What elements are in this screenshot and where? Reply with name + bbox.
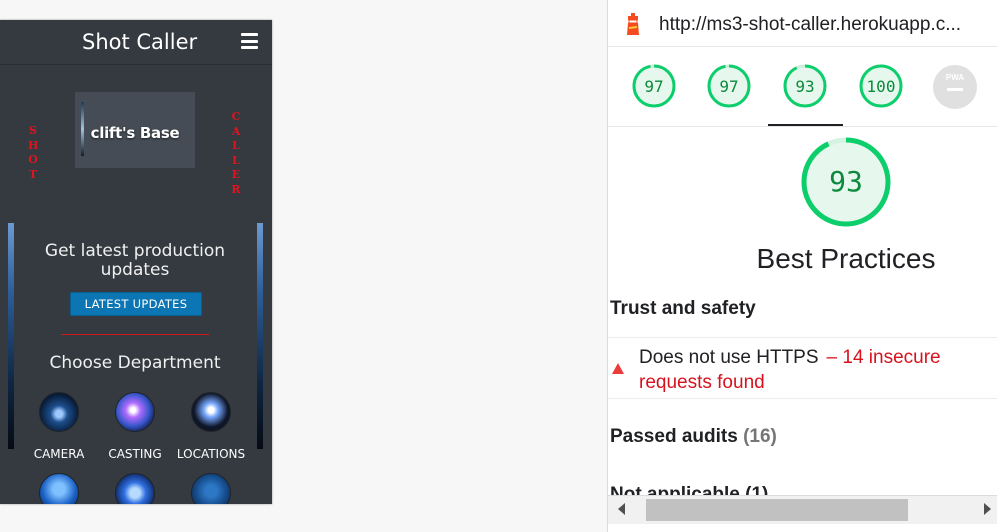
base-card: clift's Base bbox=[75, 92, 195, 168]
audit-text: Does not use HTTPS – 14 insecure requests… bbox=[639, 345, 997, 395]
score-value: 97 bbox=[644, 77, 664, 96]
report-url[interactable]: http://ms3-shot-caller.herokuapp.c... bbox=[659, 14, 961, 36]
decorative-bar-right bbox=[257, 223, 263, 449]
department-label: CASTING bbox=[108, 447, 162, 461]
department-row2-1[interactable] bbox=[19, 473, 99, 504]
camera-department-icon[interactable] bbox=[39, 392, 79, 432]
department-camera[interactable]: CAMERA bbox=[19, 392, 99, 461]
department-locations[interactable]: LOCATIONS bbox=[171, 392, 251, 461]
category-score-gauge: 93 bbox=[800, 136, 892, 228]
department-label: LOCATIONS bbox=[176, 447, 246, 461]
vertical-text-left: SHOT bbox=[28, 124, 39, 181]
passed-audits-heading[interactable]: Passed audits (16) bbox=[610, 426, 777, 448]
trust-safety-heading: Trust and safety bbox=[610, 298, 756, 319]
lighthouse-report: http://ms3-shot-caller.herokuapp.c... 97… bbox=[607, 0, 997, 532]
latest-updates-button[interactable]: LATEST UPDATES bbox=[70, 292, 202, 316]
locations-department-icon[interactable] bbox=[191, 392, 231, 432]
mobile-preview: Shot Caller SHOT CALLER clift's Base Get… bbox=[0, 20, 272, 504]
audit-row-https[interactable]: Does not use HTTPS – 14 insecure requests… bbox=[608, 337, 997, 399]
divider bbox=[608, 126, 997, 127]
audit-title: Does not use HTTPS bbox=[639, 347, 819, 368]
department-casting[interactable]: CASTING bbox=[95, 392, 175, 461]
pwa-badge-icon[interactable]: PWA bbox=[933, 65, 977, 109]
scroll-left-arrow-icon[interactable] bbox=[618, 503, 625, 515]
base-title: clift's Base bbox=[90, 124, 180, 142]
warning-triangle-icon bbox=[612, 363, 624, 374]
department-label: CAMERA bbox=[33, 447, 85, 461]
score-value: 97 bbox=[719, 77, 739, 96]
score-gauge-accessibility[interactable]: 97 bbox=[706, 63, 752, 109]
score-value: 93 bbox=[795, 77, 815, 96]
decorative-bar-left bbox=[8, 223, 14, 449]
brand-logo[interactable]: Shot Caller bbox=[82, 30, 197, 54]
casting-department-icon[interactable] bbox=[115, 392, 155, 432]
department-icon[interactable] bbox=[39, 473, 79, 504]
passed-audits-count: (16) bbox=[743, 426, 777, 447]
score-gauge-best-practices[interactable]: 93 bbox=[782, 63, 828, 109]
score-gauge-seo[interactable]: 100 bbox=[858, 63, 904, 109]
lighthouse-icon bbox=[627, 13, 639, 35]
navbar: Shot Caller bbox=[0, 20, 272, 65]
department-icon[interactable] bbox=[115, 473, 155, 504]
department-row2-3[interactable] bbox=[171, 473, 251, 504]
choose-department-heading: Choose Department bbox=[49, 353, 221, 373]
score-value: 100 bbox=[866, 77, 896, 96]
category-score-value: 93 bbox=[829, 165, 863, 198]
scroll-right-arrow-icon[interactable] bbox=[984, 503, 991, 515]
department-icon[interactable] bbox=[191, 473, 231, 504]
vertical-text-right: CALLER bbox=[231, 110, 241, 196]
score-gauge-performance[interactable]: 97 bbox=[631, 63, 677, 109]
url-bar: http://ms3-shot-caller.herokuapp.c... bbox=[608, 0, 997, 47]
pwa-label: PWA bbox=[945, 73, 965, 82]
department-row2-2[interactable] bbox=[95, 473, 175, 504]
passed-audits-label: Passed audits bbox=[610, 426, 738, 447]
hamburger-menu-icon[interactable] bbox=[241, 33, 258, 49]
category-title: Best Practices bbox=[756, 243, 936, 274]
horizontal-scrollbar[interactable] bbox=[608, 495, 997, 524]
dash-icon bbox=[947, 88, 963, 91]
updates-prompt: Get latest production updates bbox=[44, 241, 226, 280]
divider bbox=[61, 334, 209, 335]
scrollbar-thumb[interactable] bbox=[646, 499, 908, 521]
